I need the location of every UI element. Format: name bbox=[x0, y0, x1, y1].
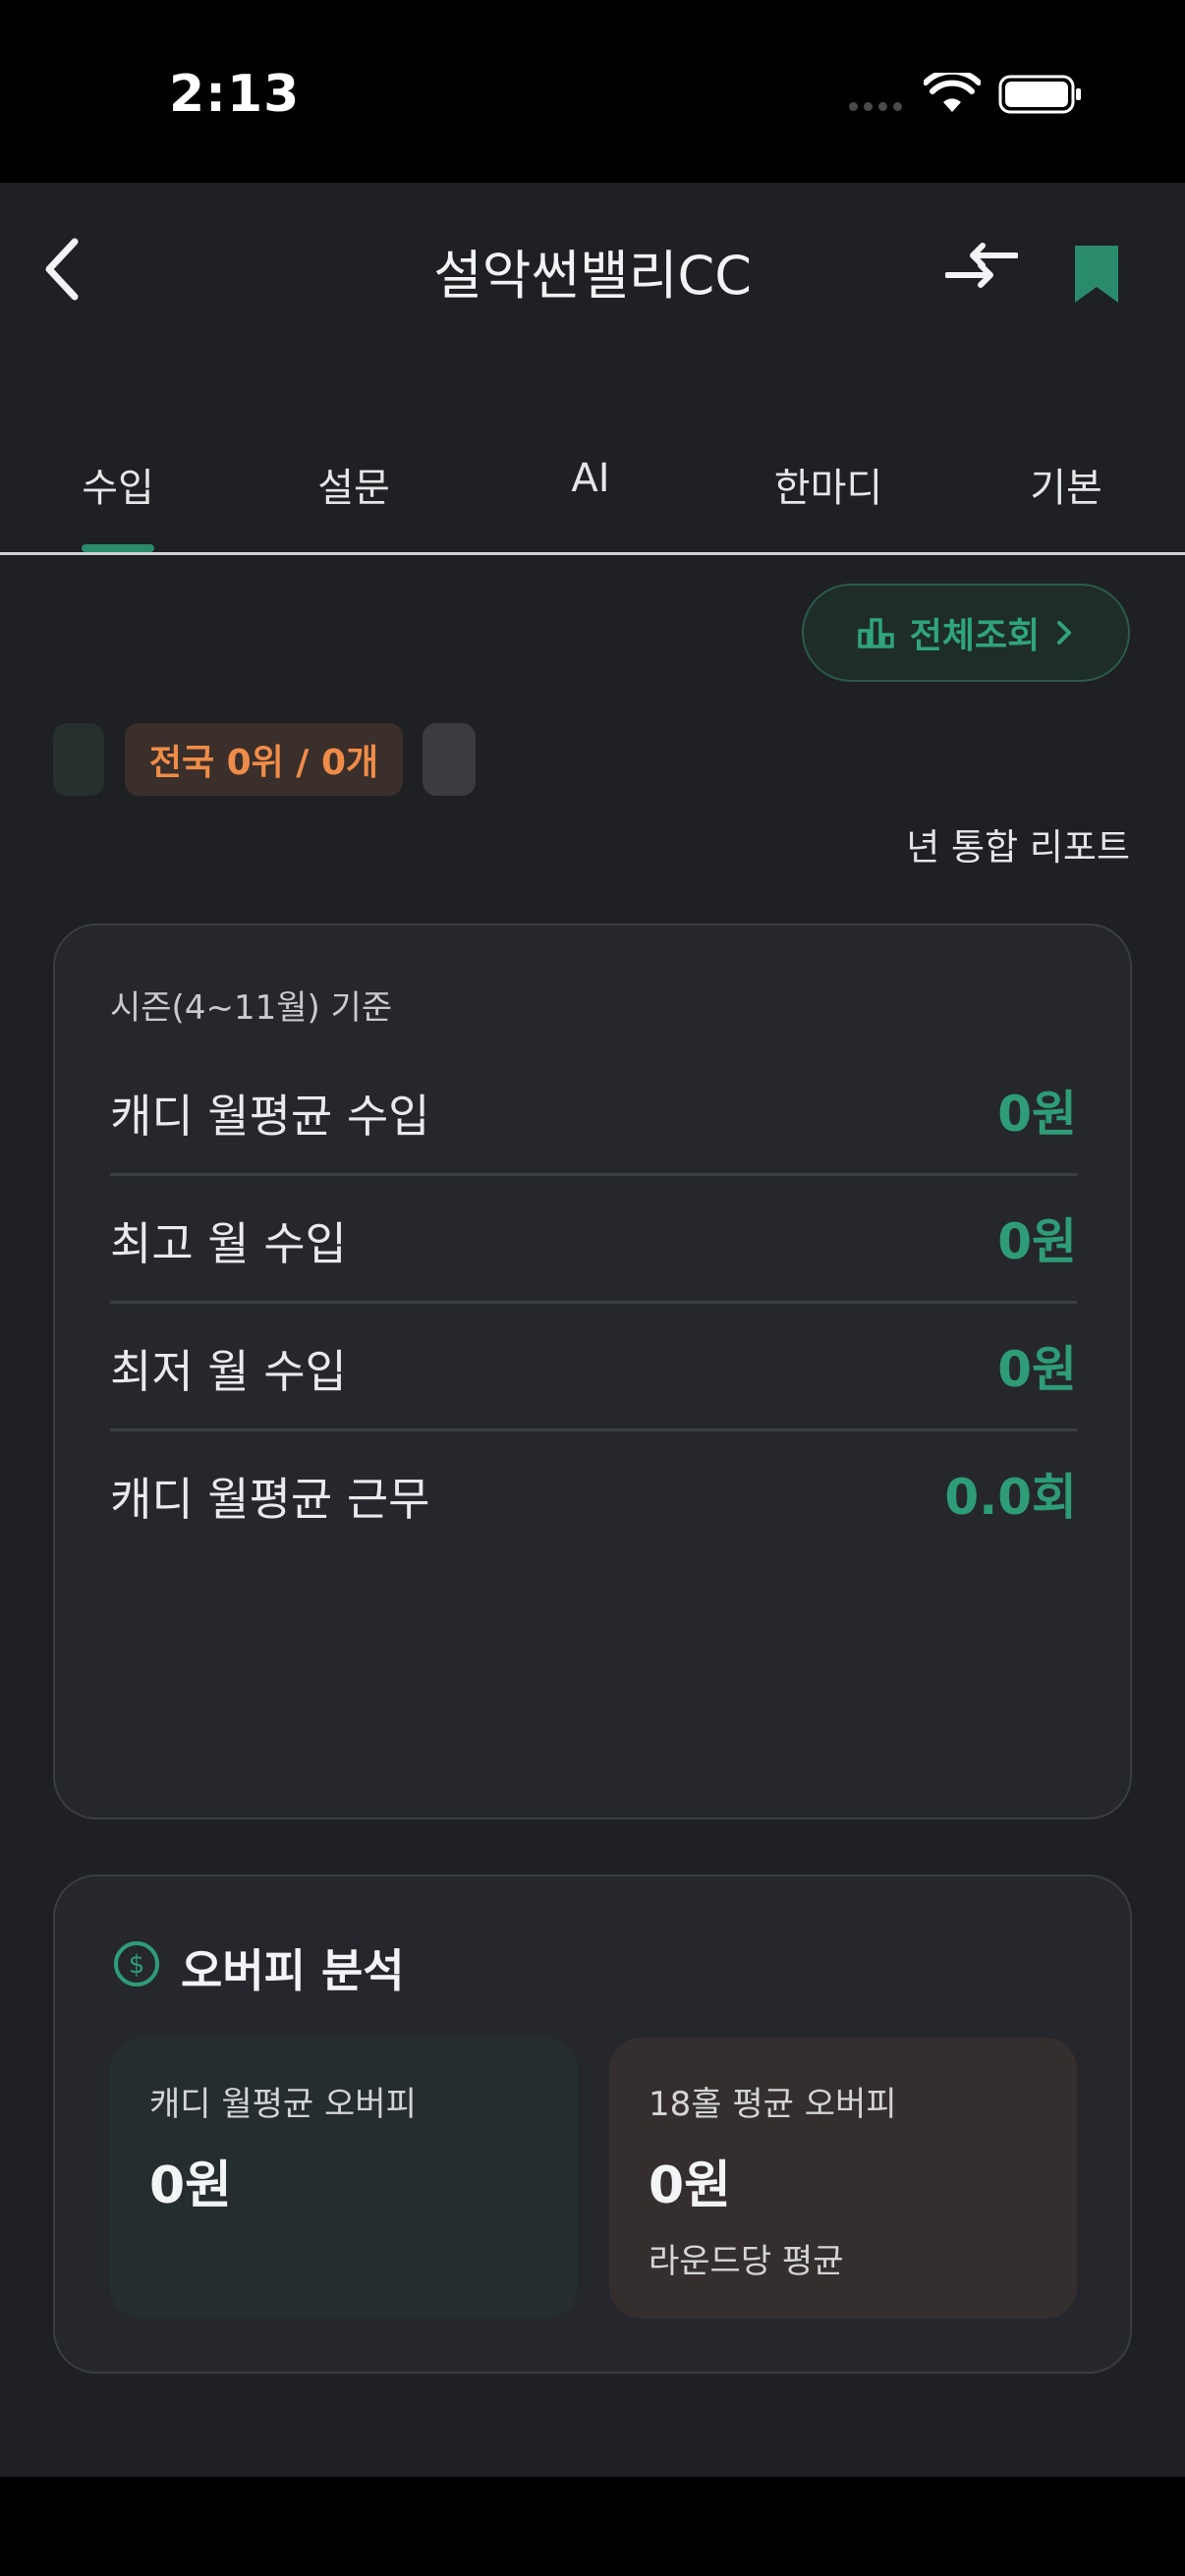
tab-survey[interactable]: 설문 bbox=[265, 456, 442, 513]
svg-text:$: $ bbox=[129, 1950, 145, 1980]
chip-placeholder-left bbox=[53, 723, 104, 796]
battery-icon bbox=[998, 75, 1081, 114]
compare-icon[interactable] bbox=[945, 242, 1018, 301]
report-label: 년 통합 리포트 bbox=[906, 826, 1130, 868]
status-bar: 2:13 bbox=[0, 0, 1185, 183]
wifi-icon bbox=[924, 73, 981, 112]
tab-basic[interactable]: 기본 bbox=[978, 456, 1155, 513]
stat-row-min-income: 최저 월 수입 0원 bbox=[110, 1301, 1077, 1431]
chevron-right-icon bbox=[1057, 621, 1072, 644]
per-round-overfee-value: 0원 bbox=[649, 2156, 732, 2215]
dollar-coin-icon: $ bbox=[114, 1941, 159, 1987]
bar-chart-icon bbox=[858, 618, 894, 648]
chip-placeholder-right bbox=[423, 723, 476, 796]
tabs-divider bbox=[0, 552, 1185, 555]
tab-income[interactable]: 수입 bbox=[29, 456, 206, 513]
stat-label: 캐디 월평균 근무 bbox=[110, 1473, 430, 1526]
view-all-button[interactable]: 전체조회 bbox=[802, 584, 1130, 682]
cellular-signal-icon bbox=[849, 102, 902, 111]
stat-row-monthly-income: 캐디 월평균 수입 0원 bbox=[110, 1045, 1077, 1176]
home-indicator-bar bbox=[0, 2477, 1185, 2576]
stat-label: 최저 월 수입 bbox=[110, 1345, 347, 1398]
monthly-overfee-value: 0원 bbox=[149, 2156, 233, 2215]
monthly-overfee-card: 캐디 월평균 오버피 0원 bbox=[110, 2038, 578, 2319]
stat-value: 0원 bbox=[997, 1086, 1077, 1143]
stat-value: 0.0회 bbox=[944, 1469, 1077, 1526]
stat-row-max-income: 최고 월 수입 0원 bbox=[110, 1173, 1077, 1304]
stat-row-monthly-work: 캐디 월평균 근무 0.0회 bbox=[110, 1428, 1077, 1556]
per-round-overfee-card: 18홀 평균 오버피 0원 라운드당 평균 bbox=[609, 2038, 1077, 2319]
overfee-analysis-card: $ 오버피 분석 캐디 월평균 오버피 0원 18홀 평균 오버피 0원 라운드… bbox=[53, 1875, 1132, 2374]
season-label: 시즌(4~11월) 기준 bbox=[110, 988, 393, 1028]
status-time: 2:13 bbox=[169, 65, 301, 124]
monthly-overfee-label: 캐디 월평균 오버피 bbox=[149, 2085, 417, 2124]
national-rank-chip: 전국 0위 / 0개 bbox=[125, 723, 403, 796]
income-summary-card: 시즌(4~11월) 기준 캐디 월평균 수입 0원 최고 월 수입 0원 최저 … bbox=[53, 924, 1132, 1820]
tab-bar: 수입 설문 AI 한마디 기본 bbox=[0, 424, 1185, 554]
stat-value: 0원 bbox=[997, 1341, 1077, 1398]
tab-ai[interactable]: AI bbox=[502, 456, 679, 501]
tab-comment[interactable]: 한마디 bbox=[740, 456, 917, 513]
view-all-label: 전체조회 bbox=[909, 616, 1041, 656]
stat-label: 최고 월 수입 bbox=[110, 1217, 347, 1270]
app-screen: 설악썬밸리CC 수입 설문 AI 한마디 기본 전체조회 전국 0위 / 0개 … bbox=[0, 183, 1185, 2477]
per-round-overfee-label: 18홀 평균 오버피 bbox=[649, 2085, 897, 2124]
overfee-title: 오버피 분석 bbox=[181, 1944, 405, 1997]
active-tab-indicator bbox=[82, 544, 154, 552]
stat-value: 0원 bbox=[997, 1213, 1077, 1270]
bookmark-icon[interactable] bbox=[1071, 244, 1122, 305]
stat-label: 캐디 월평균 수입 bbox=[110, 1090, 430, 1143]
per-round-overfee-note: 라운드당 평균 bbox=[649, 2242, 844, 2281]
